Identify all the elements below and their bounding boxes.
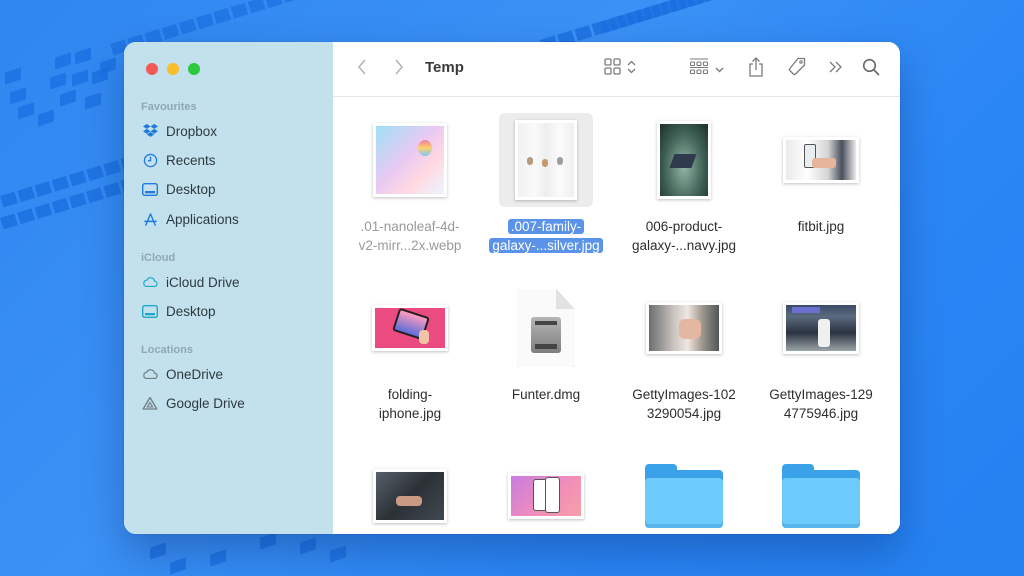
sidebar-item-label: Applications [166, 211, 239, 227]
cloud-icon [142, 274, 158, 290]
sidebar-item-label: Google Drive [166, 395, 245, 411]
sidebar-item-desktop[interactable]: Desktop [142, 178, 216, 200]
dmg-file-icon [517, 289, 575, 367]
search-button[interactable] [860, 57, 882, 81]
sidebar-item-label: Recents [166, 152, 216, 168]
file-name: 006-product-galaxy-...navy.jpg [631, 219, 737, 253]
file-item[interactable]: fitbit.jpg [756, 113, 886, 236]
sidebar-item-recents[interactable]: Recents [142, 149, 216, 171]
folder-title: Temp [425, 59, 464, 76]
back-button[interactable] [353, 57, 371, 81]
sidebar-item-google-drive[interactable]: Google Drive [142, 392, 245, 414]
file-name: GettyImages-129 4775946.jpg [769, 387, 873, 421]
folder-item[interactable] [756, 449, 886, 534]
finder-window: Favourites Dropbox Recents Desktop Appli… [124, 42, 900, 534]
folder-icon [774, 449, 868, 534]
sidebar-item-icloud-desktop[interactable]: Desktop [142, 300, 216, 322]
desktop-icon [142, 181, 158, 197]
file-thumbnail [363, 449, 457, 534]
section-title-icloud: iCloud [141, 252, 176, 264]
sidebar-item-label: Desktop [166, 303, 216, 319]
view-mode-button[interactable] [601, 57, 639, 81]
section-title-favourites: Favourites [141, 101, 197, 113]
sidebar-item-label: OneDrive [166, 366, 224, 382]
file-name: fitbit.jpg [797, 219, 845, 234]
window-controls [146, 63, 200, 75]
sidebar-item-dropbox[interactable]: Dropbox [142, 120, 217, 142]
clock-icon [142, 152, 158, 168]
file-item[interactable] [481, 449, 611, 534]
file-name: folding-iphone.jpg [378, 387, 442, 421]
share-button[interactable] [746, 56, 766, 82]
file-name: GettyImages-102 3290054.jpg [632, 387, 736, 421]
tag-button[interactable] [785, 57, 809, 81]
chevron-right-icon [394, 58, 404, 80]
file-item-selected[interactable]: .007-family-galaxy-...silver.jpg [481, 113, 611, 255]
group-by-button[interactable] [686, 57, 726, 81]
google-drive-icon [142, 395, 158, 411]
file-thumbnail [499, 281, 593, 375]
file-thumbnail [363, 113, 457, 207]
sidebar-item-applications[interactable]: Applications [142, 208, 239, 230]
file-thumbnail [499, 113, 593, 207]
double-chevron-right-icon [829, 60, 843, 78]
folder-item[interactable] [619, 449, 749, 534]
sidebar-item-label: Dropbox [166, 123, 218, 139]
close-button[interactable] [146, 63, 158, 75]
zoom-button[interactable] [188, 63, 200, 75]
applications-icon [142, 211, 158, 227]
file-item[interactable] [345, 449, 475, 534]
file-item[interactable]: folding-iphone.jpg [345, 281, 475, 423]
grid-view-icon [604, 58, 621, 80]
group-by-icon [689, 58, 709, 80]
file-item[interactable]: GettyImages-129 4775946.jpg [756, 281, 886, 423]
forward-button[interactable] [390, 57, 408, 81]
file-thumbnail [637, 281, 731, 375]
chevron-down-icon [715, 60, 724, 78]
sidebar-item-onedrive[interactable]: OneDrive [142, 363, 223, 385]
file-name: .01-nanoleaf-4d-v2-mirr...2x.webp [358, 219, 462, 253]
sidebar-item-label: Desktop [166, 181, 216, 197]
file-thumbnail [637, 113, 731, 207]
file-item[interactable]: Funter.dmg [481, 281, 611, 404]
file-grid: .01-nanoleaf-4d-v2-mirr...2x.webp .007-f… [333, 97, 900, 534]
file-name: .007-family-galaxy-...silver.jpg [481, 217, 611, 255]
file-thumbnail [774, 281, 868, 375]
file-thumbnail [499, 449, 593, 534]
section-title-locations: Locations [141, 344, 193, 356]
file-item[interactable]: 006-product-galaxy-...navy.jpg [619, 113, 749, 255]
more-button[interactable] [827, 57, 845, 81]
desktop-icon [142, 303, 158, 319]
cloud-icon [142, 366, 158, 382]
share-icon [748, 56, 764, 82]
sidebar-item-label: iCloud Drive [166, 274, 240, 290]
updown-chevron-icon [627, 60, 636, 79]
file-item[interactable]: .01-nanoleaf-4d-v2-mirr...2x.webp [345, 113, 475, 255]
file-item[interactable]: GettyImages-102 3290054.jpg [619, 281, 749, 423]
file-thumbnail [774, 113, 868, 207]
tag-icon [787, 57, 807, 82]
chevron-left-icon [357, 58, 367, 80]
file-name: Funter.dmg [511, 387, 581, 402]
folder-icon [637, 449, 731, 534]
sidebar-item-icloud-drive[interactable]: iCloud Drive [142, 271, 240, 293]
toolbar: Temp [333, 42, 900, 97]
dropbox-icon [142, 123, 158, 139]
file-thumbnail [363, 281, 457, 375]
minimize-button[interactable] [167, 63, 179, 75]
sidebar: Favourites Dropbox Recents Desktop Appli… [124, 42, 334, 534]
search-icon [862, 58, 880, 81]
